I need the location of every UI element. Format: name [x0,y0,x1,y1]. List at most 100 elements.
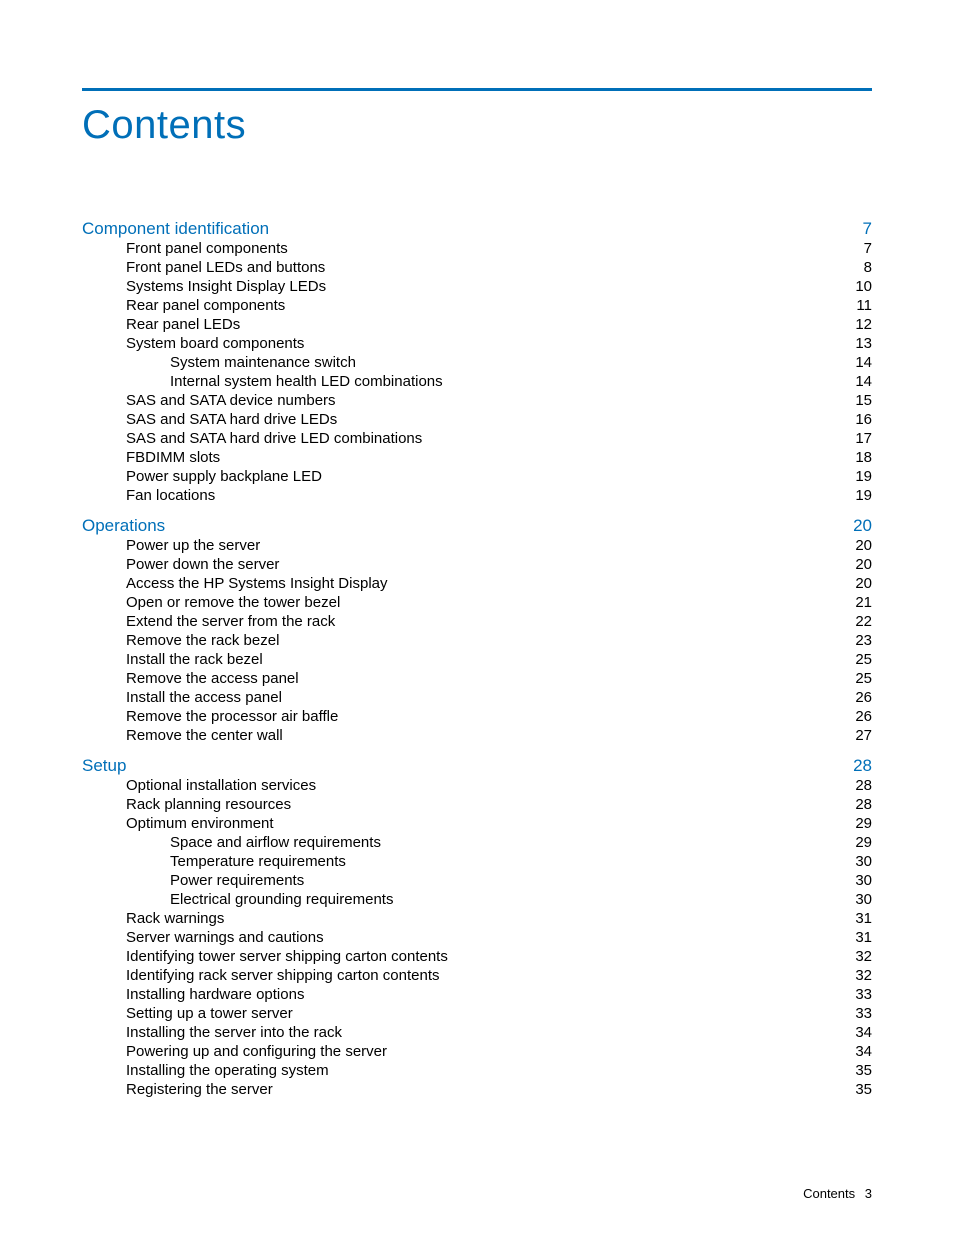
toc-entry[interactable]: Front panel LEDs and buttons8 [126,256,872,275]
toc-entry-label: Space and airflow requirements [170,835,381,850]
toc-entry-page: 31 [848,930,872,945]
toc-entry[interactable]: Open or remove the tower bezel21 [126,591,872,610]
toc-entry[interactable]: Power down the server20 [126,553,872,572]
toc-entry-page: 21 [848,595,872,610]
toc-entry-page: 20 [848,517,872,534]
toc-entry-label: Remove the center wall [126,728,283,743]
toc-entry-label: Installing the server into the rack [126,1025,342,1040]
toc-section-heading[interactable]: Setup 28 [82,757,872,774]
toc-entry-label: Power supply backplane LED [126,469,322,484]
toc-entry-label: Operations [82,517,165,534]
toc-entry-label: Temperature requirements [170,854,346,869]
toc-entry-page: 33 [848,987,872,1002]
toc-entry[interactable]: SAS and SATA hard drive LEDs16 [126,408,872,427]
toc-entry-label: Front panel LEDs and buttons [126,260,325,275]
toc-entry-label: Installing the operating system [126,1063,329,1078]
toc-entry-label: SAS and SATA hard drive LED combinations [126,431,422,446]
toc-entry-label: Optional installation services [126,778,316,793]
toc-entry[interactable]: Rack warnings31 [126,907,872,926]
toc-entry[interactable]: Electrical grounding requirements30 [170,888,872,907]
toc-entry[interactable]: Server warnings and cautions31 [126,926,872,945]
toc-entry[interactable]: Power requirements30 [170,869,872,888]
toc-entry[interactable]: FBDIMM slots18 [126,446,872,465]
toc-entry-label: Powering up and configuring the server [126,1044,387,1059]
toc-entry-page: 33 [848,1006,872,1021]
toc-entry-label: Power up the server [126,538,260,553]
toc-entry-page: 20 [848,538,872,553]
toc-entry-page: 26 [848,690,872,705]
toc-entry[interactable]: Front panel components7 [126,237,872,256]
toc-entry[interactable]: Install the access panel 26 [126,686,872,705]
toc-section-heading[interactable]: Operations 20 [82,517,872,534]
toc-entry[interactable]: SAS and SATA hard drive LED combinations… [126,427,872,446]
toc-entry-label: Install the rack bezel [126,652,263,667]
toc-entry-label: Rack warnings [126,911,224,926]
toc-section-heading[interactable]: Component identification 7 [82,220,872,237]
toc-entry[interactable]: Remove the processor air baffle26 [126,705,872,724]
toc-entry-page: 10 [848,279,872,294]
toc-entry[interactable]: Installing hardware options 33 [126,983,872,1002]
toc-entry-label: Installing hardware options [126,987,304,1002]
toc-entry[interactable]: Identifying tower server shipping carton… [126,945,872,964]
toc-entry[interactable]: Optional installation services28 [126,774,872,793]
toc-entry[interactable]: Power supply backplane LED 19 [126,465,872,484]
toc-entry[interactable]: SAS and SATA device numbers15 [126,389,872,408]
toc-entry[interactable]: Rear panel LEDs 12 [126,313,872,332]
toc-entry-page: 7 [848,220,872,237]
toc-entry-page: 30 [848,892,872,907]
toc-entry[interactable]: Optimum environment 29 [126,812,872,831]
toc-entry-page: 25 [848,652,872,667]
toc-entry[interactable]: Installing the server into the rack 34 [126,1021,872,1040]
toc-entry-page: 34 [848,1025,872,1040]
footer: Contents 3 [803,1186,872,1201]
toc-entry[interactable]: Remove the access panel25 [126,667,872,686]
toc-entry[interactable]: Rack planning resources28 [126,793,872,812]
toc-entry-page: 12 [848,317,872,332]
toc-entry[interactable]: Power up the server 20 [126,534,872,553]
toc-entry[interactable]: Setting up a tower server 33 [126,1002,872,1021]
toc-entry[interactable]: Space and airflow requirements29 [170,831,872,850]
toc-entry[interactable]: Extend the server from the rack22 [126,610,872,629]
toc-entry[interactable]: Fan locations19 [126,484,872,503]
toc-entry-label: Optimum environment [126,816,274,831]
toc-entry-page: 22 [848,614,872,629]
toc-entry-label: Remove the rack bezel [126,633,279,648]
toc-entry[interactable]: Remove the rack bezel23 [126,629,872,648]
toc-entry-page: 7 [848,241,872,256]
toc-entry-label: Remove the access panel [126,671,299,686]
toc-entry-page: 28 [848,757,872,774]
toc-entry[interactable]: System maintenance switch14 [170,351,872,370]
toc-entry-page: 11 [848,298,872,313]
page: Contents Component identification7Front … [0,0,954,1235]
toc-entry[interactable]: Internal system health LED combinations1… [170,370,872,389]
toc-entry-label: SAS and SATA hard drive LEDs [126,412,337,427]
toc-entry[interactable]: Temperature requirements 30 [170,850,872,869]
toc-entry-label: Power requirements [170,873,304,888]
toc-entry-page: 29 [848,816,872,831]
toc-entry-label: Component identification [82,220,269,237]
toc-entry[interactable]: Access the HP Systems Insight Display20 [126,572,872,591]
toc-entry-label: Setup [82,757,126,774]
toc-entry-page: 19 [848,488,872,503]
toc-entry-label: Install the access panel [126,690,282,705]
toc-entry[interactable]: Installing the operating system35 [126,1059,872,1078]
toc-entry-page: 19 [848,469,872,484]
toc-section: Setup28Optional installation services28R… [82,757,872,1097]
toc-entry-page: 26 [848,709,872,724]
toc-entry[interactable]: Remove the center wall27 [126,724,872,743]
toc-entry[interactable]: System board components13 [126,332,872,351]
toc-entry[interactable]: Rear panel components11 [126,294,872,313]
toc-entry[interactable]: Systems Insight Display LEDs10 [126,275,872,294]
toc-entry-page: 30 [848,854,872,869]
toc-entry-page: 20 [848,557,872,572]
toc-entry-page: 20 [848,576,872,591]
toc-entry-label: Identifying rack server shipping carton … [126,968,440,983]
toc-entry-label: Rear panel LEDs [126,317,240,332]
toc-entry[interactable]: Powering up and configuring the server34 [126,1040,872,1059]
toc-entry-label: Setting up a tower server [126,1006,293,1021]
toc-entry-label: Identifying tower server shipping carton… [126,949,448,964]
toc-section: Operations20Power up the server20Power d… [82,517,872,743]
toc-entry[interactable]: Identifying rack server shipping carton … [126,964,872,983]
toc-entry[interactable]: Install the rack bezel 25 [126,648,872,667]
toc-entry[interactable]: Registering the server35 [126,1078,872,1097]
